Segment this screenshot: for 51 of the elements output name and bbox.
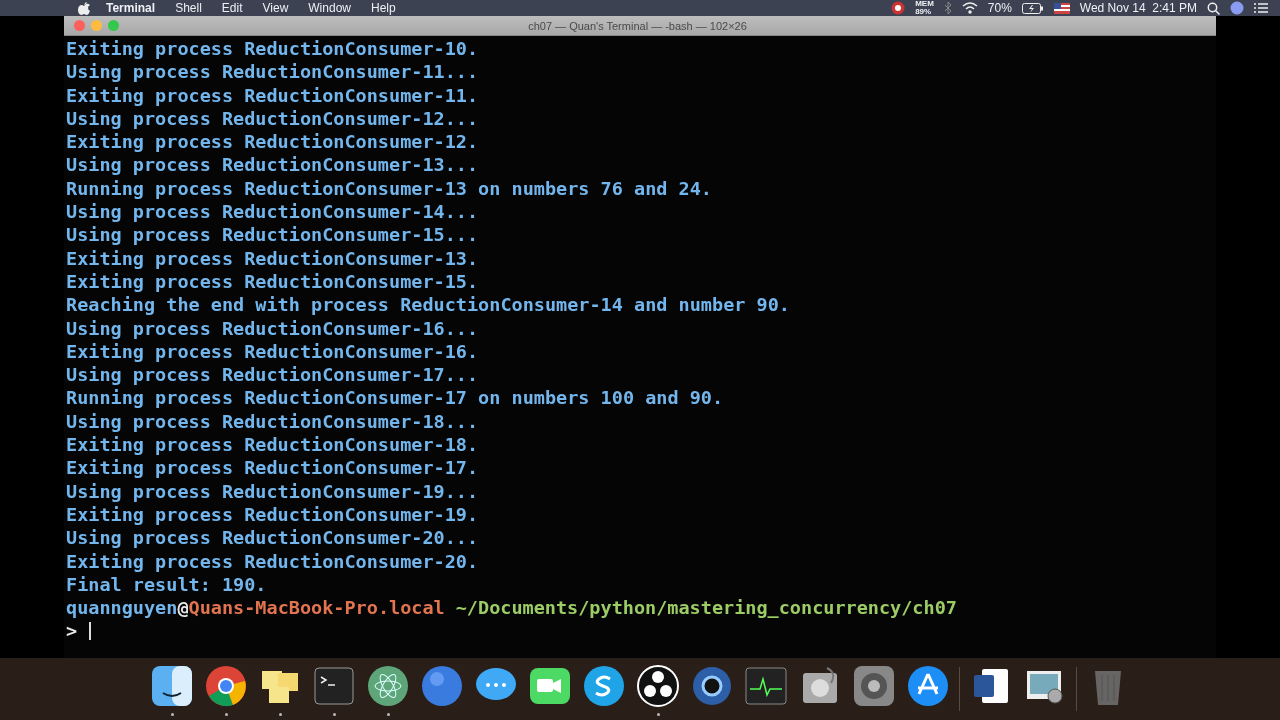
output-line: Exiting process ReductionConsumer-18. — [66, 433, 480, 457]
menu-item[interactable]: Shell — [175, 1, 202, 15]
app-menu[interactable]: Terminal — [106, 1, 156, 15]
output-line: Using process ReductionConsumer-13... — [66, 153, 480, 177]
output-line: Using process ReductionConsumer-12... — [66, 106, 480, 131]
prompt-host: Quans-MacBook-Pro.local — [188, 596, 445, 620]
output-line: Reaching the end with process ReductionConsumer-14 and number 90. — [66, 293, 791, 317]
text-cursor — [89, 622, 92, 641]
apple-icon[interactable] — [78, 1, 90, 15]
prompt-at: @ — [177, 596, 189, 620]
output-line: Exiting process ReductionConsumer-13. — [66, 246, 480, 270]
output-line: Using process ReductionConsumer-19... — [66, 479, 480, 503]
siri-icon[interactable] — [1230, 1, 1244, 15]
output-line: Exiting process ReductionConsumer-20. — [66, 549, 480, 573]
output-line: Using process ReductionConsumer-18... — [66, 409, 480, 434]
output-line: Exiting process ReductionConsumer-12. — [66, 130, 480, 154]
prompt-path: ~/Documents/python/mastering_concurrency/ch07 — [455, 596, 957, 620]
battery-percent: 70% — [987, 1, 1012, 15]
output-line: Using process ReductionConsumer-15... — [66, 223, 480, 247]
menu-item[interactable]: Help — [371, 1, 396, 15]
menu-item[interactable]: View — [262, 1, 289, 15]
obs-icon[interactable] — [635, 662, 681, 709]
menu-item[interactable]: Window — [308, 1, 351, 15]
obs-status-icon[interactable] — [891, 1, 906, 15]
output-line: Using process ReductionConsumer-16... — [66, 316, 480, 340]
memory-label: MEM — [915, 0, 934, 8]
wifi-icon[interactable] — [961, 2, 978, 14]
output-line: Exiting process ReductionConsumer-16. — [66, 339, 480, 364]
output-line: Using process ReductionConsumer-20... — [66, 526, 480, 550]
bluetooth-icon[interactable] — [943, 2, 952, 14]
output-line: Running process ReductionConsumer-13 on numbers 76 and 24. — [66, 176, 713, 201]
flag-icon[interactable] — [1053, 2, 1070, 14]
output-line: Using process ReductionConsumer-17... — [66, 363, 480, 387]
prompt-user: quannguyen — [66, 596, 178, 620]
menu-item[interactable]: Edit — [221, 1, 243, 15]
list-icon[interactable] — [1254, 2, 1268, 14]
battery-icon[interactable] — [1021, 2, 1044, 14]
output-line: Exiting process ReductionConsumer-17. — [66, 456, 480, 480]
clock[interactable]: Wed Nov 14 2:41 PM — [1079, 1, 1197, 15]
search-icon[interactable] — [1207, 1, 1220, 15]
output-line: Exiting process ReductionConsumer-19. — [66, 502, 480, 527]
memory-value: 89% — [915, 8, 933, 16]
output-line: Running process ReductionConsumer-17 on numbers 100 and 90. — [66, 386, 725, 410]
output-line: Exiting process ReductionConsumer-11. — [66, 83, 480, 107]
output-line: Using process ReductionConsumer-14... — [66, 200, 480, 224]
input-prompt: > — [66, 619, 78, 643]
output-line: Final result: 190. — [66, 572, 268, 597]
window-title: ch07 — Quan's Terminal — -bash — 102×26 — [528, 19, 748, 32]
output-line: Using process ReductionConsumer-11... — [66, 60, 480, 84]
output-line: Exiting process ReductionConsumer-10. — [66, 37, 480, 61]
output-line: Exiting process ReductionConsumer-15. — [66, 269, 480, 294]
